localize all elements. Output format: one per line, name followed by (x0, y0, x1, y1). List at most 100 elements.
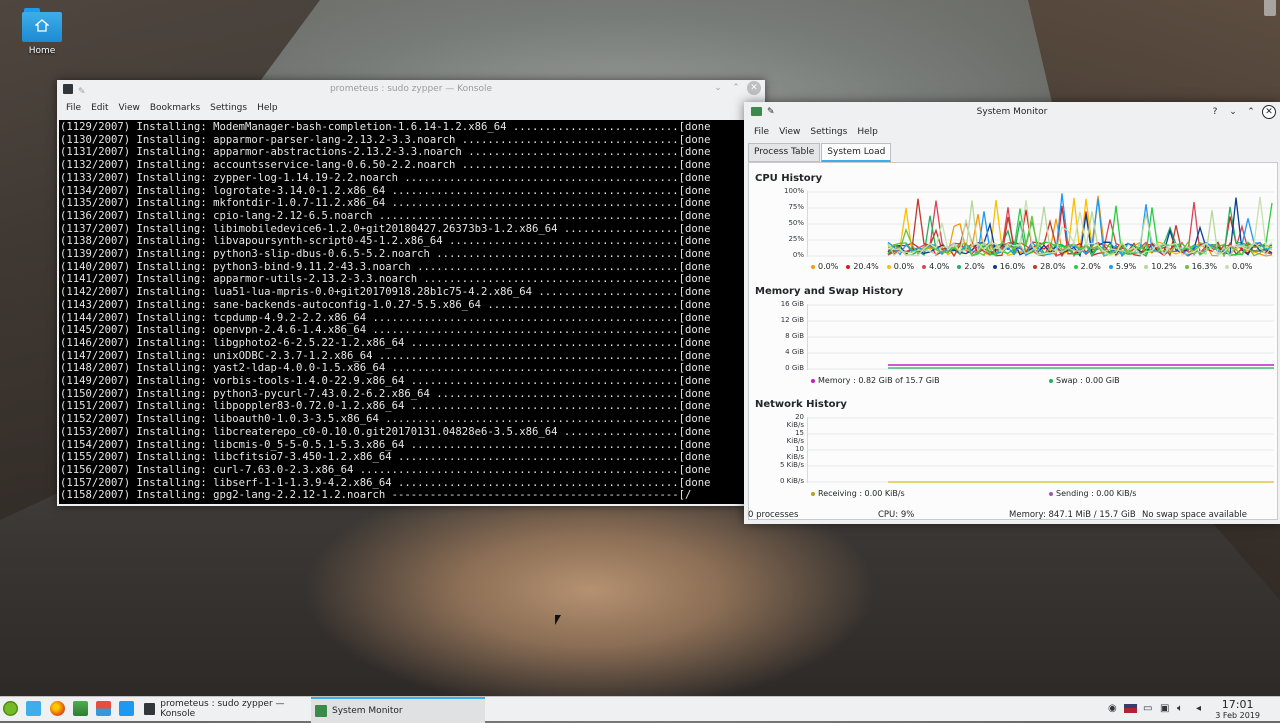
menu-bookmarks[interactable]: Bookmarks (145, 103, 205, 113)
cpu-tick: 25% (788, 235, 804, 243)
cpu-legend-value: 16.0% (999, 262, 1026, 271)
help-icon[interactable]: ? (1208, 105, 1222, 119)
task-system-monitor[interactable]: System Monitor (311, 697, 485, 723)
system-monitor-window[interactable]: ✎ System Monitor ? ⌄ ⌃ ✕ File View Setti… (744, 102, 1280, 524)
memory-legend-dot (811, 378, 815, 383)
cpu-tick: 75% (788, 203, 804, 211)
pin-icon[interactable]: ✎ (78, 83, 86, 101)
status-processes: 0 processes (748, 510, 799, 520)
cpu-tick: 0% (792, 251, 804, 259)
memory-legend: Memory : 0.82 GiB of 15.7 GiB Swap : 0.0… (811, 376, 1271, 385)
close-icon[interactable]: ✕ (747, 81, 761, 95)
minimize-icon[interactable]: ⌄ (711, 81, 725, 95)
sysmon-statusbar: 0 processes CPU: 9% Memory: 847.1 MiB / … (744, 506, 1280, 524)
home-label: Home (28, 46, 56, 56)
home-folder-icon (22, 8, 62, 42)
memory-tick: 4 GiB (785, 348, 804, 356)
software-center-icon[interactable] (73, 701, 88, 716)
cpu-legend: 0.0% 20.4% 0.0% 4.0% 2.0% 16.0% 28.0% 2.0% 5.9% 1… (811, 262, 1260, 271)
memory-history-graph (807, 304, 1274, 370)
tab-system-load[interactable]: System Load (821, 143, 892, 162)
task-konsole[interactable]: prometeus : sudo zypper — Konsole (140, 697, 312, 721)
cpu-legend-dot (1073, 264, 1078, 269)
cpu-legend-dot (1225, 264, 1230, 269)
network-icon[interactable]: ◂ (1196, 703, 1201, 714)
updater-icon[interactable]: ◉ (1108, 703, 1117, 714)
terminal-line: (1156/2007) Installing: curl-7.63.0-2.3.… (60, 463, 711, 476)
maximize-icon[interactable]: ⌃ (1244, 105, 1258, 119)
network-tick: 15 KiB/s (786, 429, 804, 445)
cpu-history-graph (807, 191, 1274, 257)
terminal-line: (1130/2007) Installing: apparmor-parser-… (60, 133, 711, 146)
clock-time: 17:01 (1221, 698, 1254, 711)
cpu-legend-value: 10.2% (1151, 262, 1177, 271)
cpu-tick: 50% (788, 219, 804, 227)
cpu-legend-item: 16.3% (1184, 262, 1217, 271)
cpu-legend-value: 0.0% (1232, 262, 1253, 271)
file-manager-icon[interactable] (119, 701, 134, 716)
menu-file[interactable]: File (61, 103, 86, 113)
sysmon-titlebar[interactable]: ✎ System Monitor ? ⌄ ⌃ ✕ (744, 102, 1280, 122)
konsole-menubar: File Edit View Bookmarks Settings Help (57, 98, 765, 118)
desktop-toolbox-button[interactable] (1264, 0, 1276, 16)
system-settings-icon[interactable] (96, 701, 111, 716)
firefox-icon[interactable] (50, 701, 65, 716)
sysmon-title: System Monitor (976, 107, 1048, 117)
menu-help[interactable]: Help (252, 103, 283, 113)
terminal-line: (1135/2007) Installing: mkfontdir-1.0.7-… (60, 197, 711, 210)
menu-settings[interactable]: Settings (805, 127, 852, 137)
menu-settings[interactable]: Settings (205, 103, 252, 113)
volume-icon[interactable]: 🔈︎ (1177, 703, 1183, 714)
terminal-line: (1155/2007) Installing: libcfitsio7-3.45… (60, 451, 711, 464)
memory-tick: 12 GiB (780, 316, 804, 324)
application-launcher-icon[interactable] (3, 701, 18, 716)
sysmon-app-icon[interactable] (751, 107, 762, 116)
clock[interactable]: 17:01 3 Feb 2019 (1215, 699, 1260, 721)
terminal-output[interactable]: (1129/2007) Installing: ModemManager-bas… (59, 120, 765, 504)
pin-icon[interactable]: ✎ (767, 102, 775, 122)
network-tick: 10 KiB/s (786, 445, 804, 461)
cpu-legend-item: 0.0% (811, 262, 838, 271)
memory-history-title: Memory and Swap History (755, 286, 904, 297)
menu-edit[interactable]: Edit (86, 103, 113, 113)
konsole-app-icon[interactable] (63, 84, 73, 94)
konsole-titlebar[interactable]: ✎ prometeus : sudo zypper — Konsole ⌄ ⌃ … (57, 80, 765, 98)
cpu-legend-item: 2.0% (957, 262, 985, 271)
terminal-line: (1138/2007) Installing: libvapoursynth-s… (60, 235, 711, 248)
memory-legend-label: Memory : 0.82 GiB of 15.7 GiB (818, 376, 940, 385)
terminal-line: (1145/2007) Installing: openvpn-2.4.6-1.… (60, 324, 711, 337)
cpu-history-title: CPU History (755, 173, 823, 184)
cpu-legend-dot (1108, 264, 1113, 269)
sysmon-task-icon (315, 705, 327, 717)
terminal-line: (1157/2007) Installing: libserf-1-1-1.3.… (60, 476, 711, 489)
menu-help[interactable]: Help (852, 127, 883, 137)
network-history-graph (807, 417, 1274, 483)
network-legend: Receiving : 0.00 KiB/s Sending : 0.00 Ki… (811, 489, 1271, 498)
terminal-line: (1146/2007) Installing: libgphoto2-6-2.5… (60, 336, 711, 349)
clipboard-icon[interactable]: ▭ (1143, 703, 1152, 714)
menu-view[interactable]: View (114, 103, 145, 113)
keyboard-layout-icon[interactable] (1124, 704, 1137, 713)
tab-process-table[interactable]: Process Table (748, 143, 821, 162)
cpu-legend-dot (811, 264, 815, 269)
cpu-legend-value: 20.4% (853, 262, 879, 271)
cpu-legend-dot (922, 264, 927, 269)
konsole-window[interactable]: ✎ prometeus : sudo zypper — Konsole ⌄ ⌃ … (57, 80, 765, 506)
cpu-legend-item: 28.0% (1033, 262, 1066, 271)
menu-view[interactable]: View (774, 127, 805, 137)
close-icon[interactable]: ✕ (1262, 105, 1276, 119)
menu-file[interactable]: File (749, 127, 774, 137)
cpu-legend-dot (957, 264, 962, 269)
maximize-icon[interactable]: ⌃ (729, 81, 743, 95)
swap-legend-label: Swap : 0.00 GiB (1056, 376, 1120, 385)
memory-tick: 16 GiB (780, 300, 804, 308)
desktop-home-icon[interactable]: Home (18, 8, 66, 56)
terminal-line: (1134/2007) Installing: logrotate-3.14.0… (60, 184, 711, 197)
device-notifier-icon[interactable]: ▣ (1160, 703, 1169, 714)
sysmon-menubar: File View Settings Help (744, 122, 1280, 142)
minimize-icon[interactable]: ⌄ (1226, 105, 1240, 119)
cpu-legend-value: 2.0% (1080, 262, 1101, 271)
terminal-line: (1140/2007) Installing: python3-bind-9.1… (60, 260, 711, 273)
show-desktop-icon[interactable] (26, 701, 41, 716)
sysmon-tabs: Process Table System Load (748, 143, 892, 162)
